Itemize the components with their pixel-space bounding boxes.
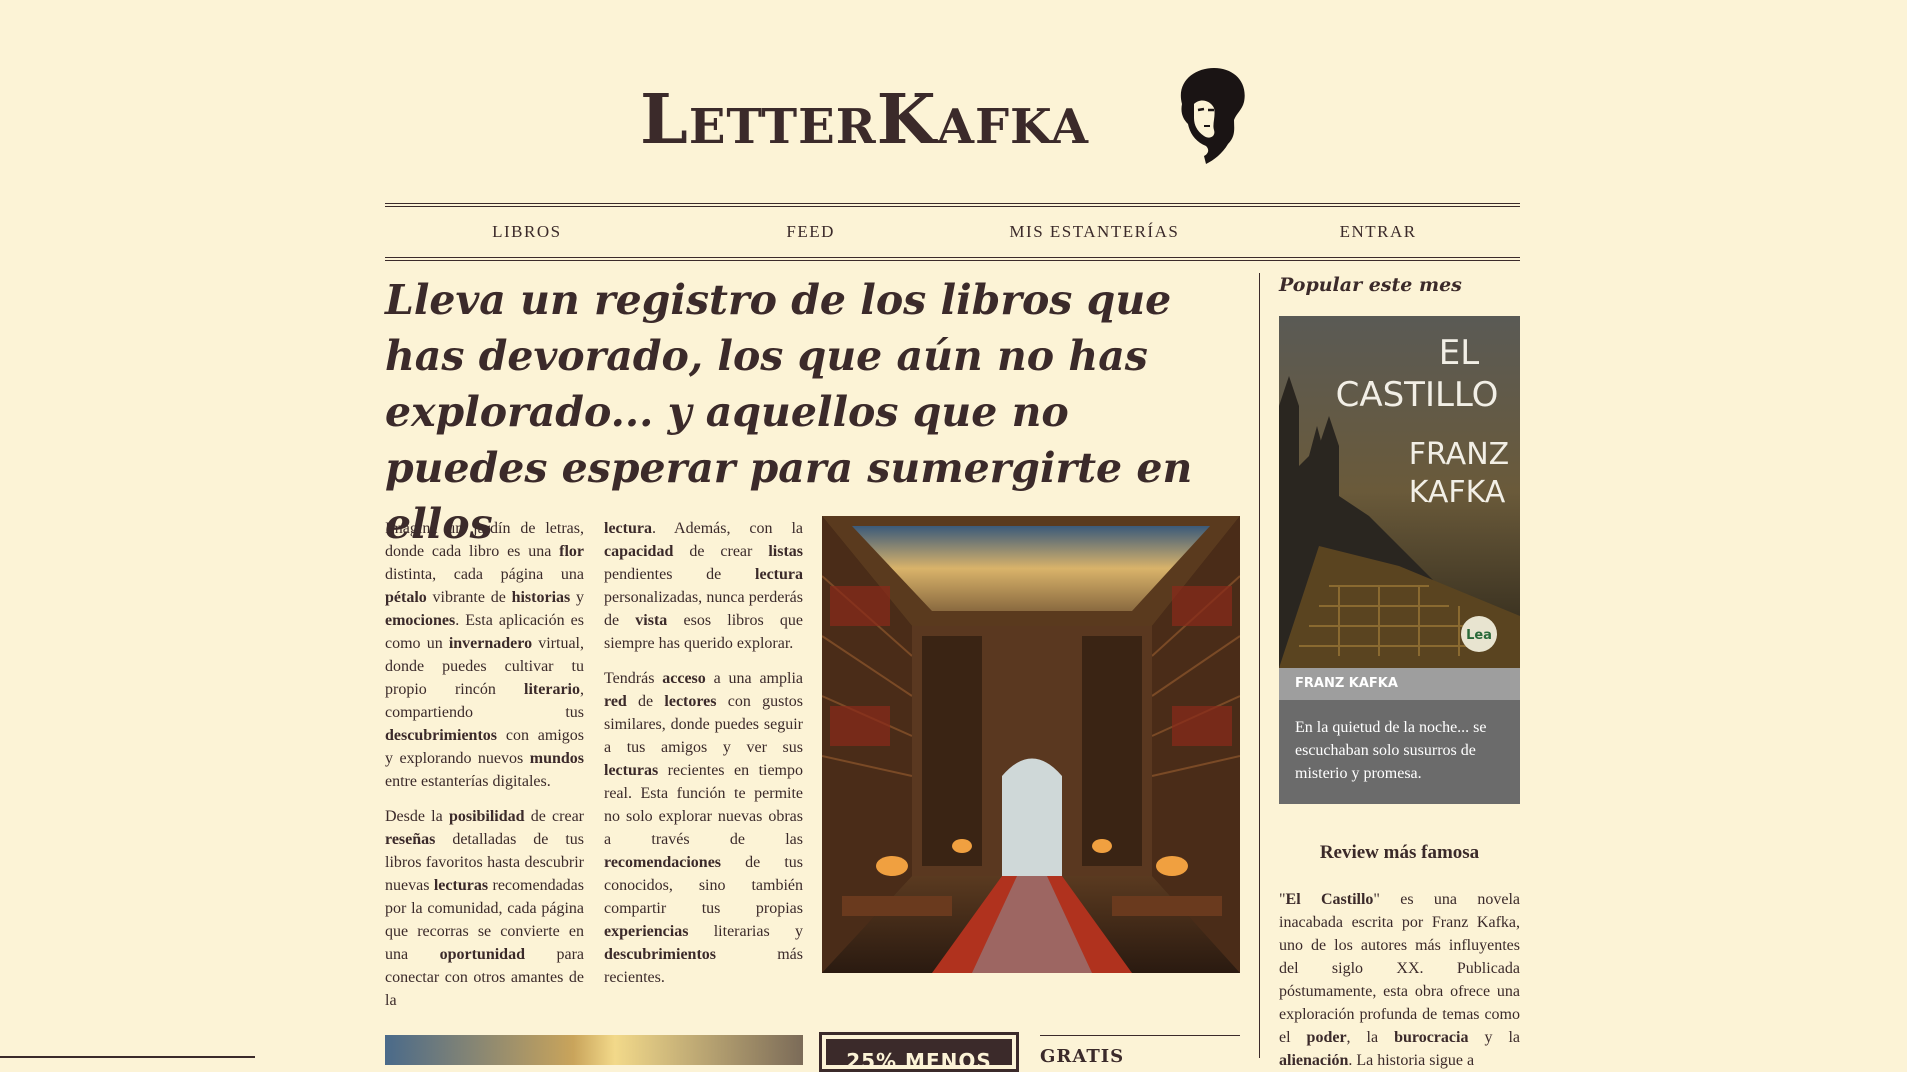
nav-feed[interactable]: FEED xyxy=(669,207,953,257)
library-illustration xyxy=(822,516,1240,973)
free-label: GRATIS xyxy=(1040,1035,1240,1067)
kafka-portrait-logo-icon[interactable] xyxy=(1170,64,1250,164)
review-title: Review más famosa xyxy=(1319,842,1480,863)
book-cover-title-line1: EL xyxy=(1439,333,1479,373)
promo-label: 25% MENOS xyxy=(826,1039,1012,1065)
promo-discount-box[interactable]: 25% MENOS xyxy=(819,1032,1019,1072)
nav-mis-estanterias[interactable]: MIS ESTANTERÍAS xyxy=(953,207,1237,257)
article-paragraph: Desde la posibilidad de crear reseñas de… xyxy=(385,808,585,1009)
book-cover-author-line2: KAFKA xyxy=(1409,475,1506,510)
nav-libros[interactable]: LIBROS xyxy=(385,207,669,257)
teaser-image[interactable] xyxy=(385,1035,803,1065)
article-paragraph: Tendrás acceso a una amplia red de lecto… xyxy=(604,670,803,986)
popular-book-card[interactable]: EL CASTILLO FRANZ KAFKA Lea FRANZ KAFKA … xyxy=(1279,316,1520,804)
site-header: LetterKafka xyxy=(0,0,1907,200)
book-cover-author-line1: FRANZ xyxy=(1409,437,1509,472)
book-quote: En la quietud de la noche... se escuchab… xyxy=(1279,700,1520,804)
site-title[interactable]: LetterKafka xyxy=(640,86,1089,154)
page-headline: Lleva un registro de los libros que has … xyxy=(385,276,1193,548)
popular-title: Popular este mes xyxy=(1279,274,1462,296)
book-cover-title-line2: CASTILLO xyxy=(1336,375,1499,415)
article-column-2: lectura. Además, con la capacidad de cre… xyxy=(604,517,803,1001)
article-paragraph: lectura. Además, con la capacidad de cre… xyxy=(604,520,803,652)
sidebar-divider xyxy=(1259,273,1260,1058)
publisher-badge-text: Lea xyxy=(1466,628,1492,643)
article-column-1: Imagina un jardín de letras, donde cada … xyxy=(385,517,584,1024)
nav-entrar[interactable]: ENTRAR xyxy=(1236,207,1520,257)
article-paragraph: Imagina un jardín de letras, donde cada … xyxy=(385,520,585,790)
main-nav: LIBROS FEED MIS ESTANTERÍAS ENTRAR xyxy=(385,203,1520,261)
book-author: FRANZ KAFKA xyxy=(1279,668,1520,700)
book-cover-el-castillo[interactable]: EL CASTILLO FRANZ KAFKA Lea xyxy=(1279,316,1520,668)
review-text: "El Castillo" es una novela inacabada es… xyxy=(1279,891,1521,1069)
